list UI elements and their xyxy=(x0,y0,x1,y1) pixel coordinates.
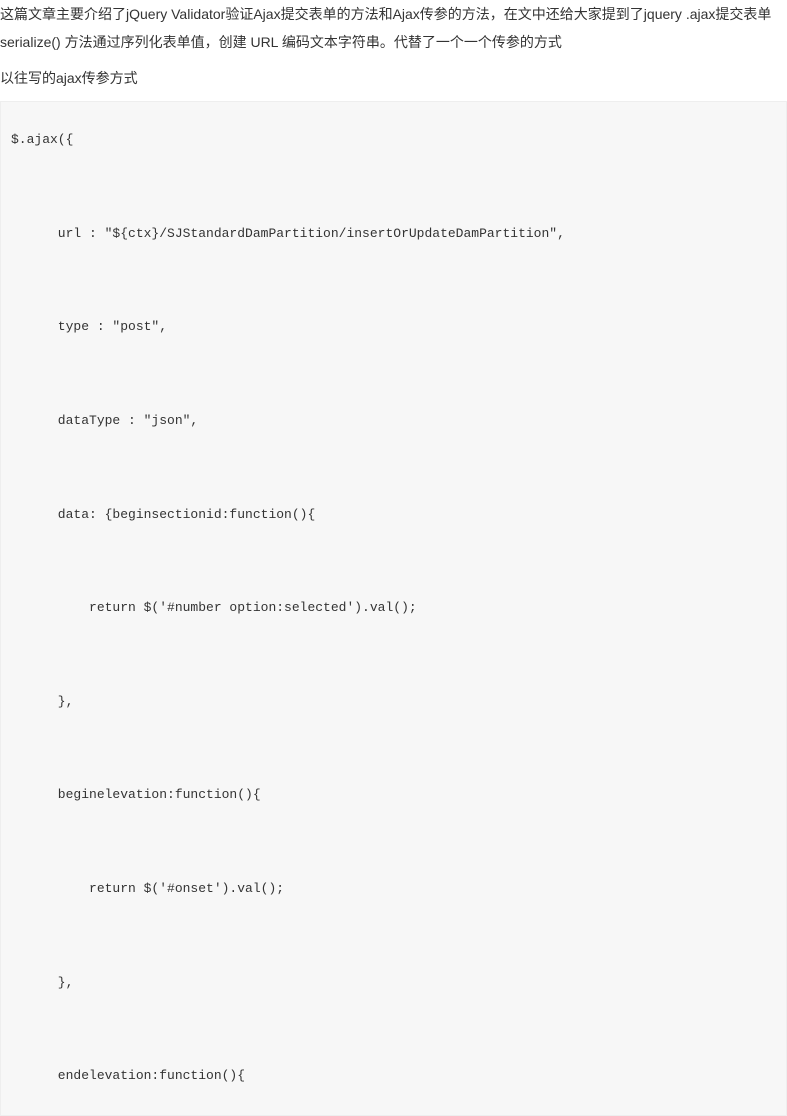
article-subtext: 以往写的ajax传参方式 xyxy=(0,66,787,101)
code-line: endelevation:function(){ xyxy=(11,1068,245,1083)
code-line: return $('#onset').val(); xyxy=(11,881,284,896)
code-line: return $('#number option:selected').val(… xyxy=(11,600,417,615)
code-line: dataType : "json", xyxy=(11,413,198,428)
code-line: }, xyxy=(11,694,73,709)
code-block: $.ajax({ url : "${ctx}/SJStandardDamPart… xyxy=(0,101,787,1116)
code-line: data: {beginsectionid:function(){ xyxy=(11,507,315,522)
code-line: beginelevation:function(){ xyxy=(11,787,261,802)
article-intro: 这篇文章主要介绍了jQuery Validator验证Ajax提交表单的方法和A… xyxy=(0,0,787,66)
code-line: url : "${ctx}/SJStandardDamPartition/ins… xyxy=(11,226,565,241)
code-line: $.ajax({ xyxy=(11,132,73,147)
code-line: type : "post", xyxy=(11,319,167,334)
code-line: }, xyxy=(11,975,73,990)
